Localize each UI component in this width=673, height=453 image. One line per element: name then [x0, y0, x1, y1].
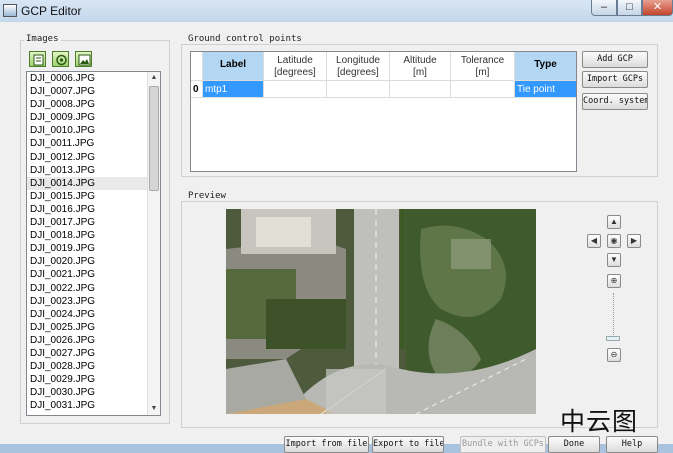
image-list-item[interactable]: DJI_0029.JPG [27, 373, 160, 386]
image-list-item[interactable]: DJI_0026.JPG [27, 334, 160, 347]
watermark-text: 中云图 [560, 407, 639, 436]
image-list-item[interactable]: DJI_0015.JPG [27, 190, 160, 203]
pan-down-button[interactable]: ▼ [607, 253, 621, 267]
image-list-item[interactable]: DJI_0011.JPG [27, 137, 160, 150]
image-list-item[interactable]: DJI_0025.JPG [27, 321, 160, 334]
bundle-with-gcps-button[interactable]: Bundle with GCPs [460, 436, 546, 453]
image-list-item[interactable]: DJI_0008.JPG [27, 98, 160, 111]
image-view-button[interactable] [75, 51, 92, 67]
scrollbar-thumb[interactable] [149, 86, 159, 191]
pan-up-button[interactable]: ▲ [607, 215, 621, 229]
image-list-item[interactable]: DJI_0007.JPG [27, 85, 160, 98]
images-label: Images [24, 34, 61, 44]
arrow-down-icon: ▼ [610, 255, 618, 264]
col-header-type[interactable]: Type [515, 52, 576, 81]
center-view-button[interactable]: ◉ [607, 234, 621, 248]
cell-type[interactable]: Tie point [515, 81, 576, 98]
center-dot-icon: ◉ [610, 236, 618, 245]
add-gcp-button[interactable]: Add GCP [582, 51, 648, 68]
cell-latitude[interactable] [264, 81, 327, 98]
image-list[interactable]: DJI_0006.JPG DJI_0007.JPG DJI_0008.JPG DJI_… [26, 71, 161, 416]
import-from-file-button[interactable]: Import from file [284, 436, 369, 453]
image-list-item[interactable]: DJI_0023.JPG [27, 295, 160, 308]
image-list-item[interactable]: DJI_0012.JPG [27, 151, 160, 164]
scroll-up-arrow[interactable]: ▲ [148, 72, 160, 84]
image-list-item[interactable]: DJI_0013.JPG [27, 164, 160, 177]
col-header-longitude[interactable]: Longitude [degrees] [327, 52, 390, 81]
image-list-item[interactable]: DJI_0009.JPG [27, 111, 160, 124]
maximize-button[interactable]: □ [617, 0, 642, 16]
gcp-editor-window: GCP Editor – □ ✕ Images DJI_0006.JPG DJI_… [0, 0, 673, 453]
col-header-label[interactable]: Label [203, 52, 264, 81]
col-header-tolerance[interactable]: Tolerance [m] [451, 52, 515, 81]
minimize-button[interactable]: – [591, 0, 617, 16]
image-view-icon [78, 54, 91, 66]
pan-left-button[interactable]: ◀ [587, 234, 601, 248]
gcp-label: Ground control points [186, 34, 304, 44]
cell-longitude[interactable] [327, 81, 390, 98]
cell-tolerance[interactable] [451, 81, 515, 98]
image-list-item[interactable]: DJI_0006.JPG [27, 72, 160, 85]
scroll-down-arrow[interactable]: ▼ [148, 403, 160, 415]
cell-altitude[interactable] [390, 81, 451, 98]
zoom-out-button[interactable]: ⊖ [607, 348, 621, 362]
import-gcps-button[interactable]: Import GCPs [582, 71, 648, 88]
image-list-item[interactable]: DJI_0031.JPG [27, 399, 160, 412]
zoom-out-icon: ⊖ [610, 350, 618, 359]
arrow-left-icon: ◀ [590, 236, 598, 245]
zoom-slider-thumb[interactable] [606, 336, 620, 341]
image-list-item[interactable]: DJI_0024.JPG [27, 308, 160, 321]
zoom-slider-track[interactable] [613, 293, 614, 335]
image-list-item[interactable]: DJI_0021.JPG [27, 268, 160, 281]
cell-label[interactable]: mtp1 [203, 81, 264, 98]
image-list-scrollbar[interactable]: ▲ ▼ [147, 72, 160, 415]
app-icon [3, 4, 17, 17]
add-image-button[interactable] [29, 51, 46, 67]
arrow-right-icon: ▶ [630, 236, 638, 245]
image-list-item[interactable]: DJI_0028.JPG [27, 360, 160, 373]
help-button[interactable]: Help [606, 436, 658, 453]
arrow-up-icon: ▲ [610, 217, 618, 226]
zoom-in-icon: ⊕ [610, 276, 618, 285]
title-bar[interactable]: GCP Editor – □ ✕ [0, 0, 673, 22]
gps-icon [56, 54, 67, 66]
gcp-table[interactable]: Label Latitude [degrees] Longitude [degr… [190, 51, 577, 172]
image-list-item[interactable]: DJI_0030.JPG [27, 386, 160, 399]
image-list-item[interactable]: DJI_0010.JPG [27, 124, 160, 137]
row-index[interactable]: 0 [191, 81, 203, 98]
image-list-item[interactable]: DJI_0016.JPG [27, 203, 160, 216]
image-list-item[interactable]: DJI_0022.JPG [27, 282, 160, 295]
image-list-item[interactable]: DJI_0027.JPG [27, 347, 160, 360]
add-image-icon [33, 54, 44, 66]
image-list-item[interactable]: DJI_0018.JPG [27, 229, 160, 242]
col-header-altitude[interactable]: Altitude [m] [390, 52, 451, 81]
export-to-file-button[interactable]: Export to file [372, 436, 444, 453]
image-list-item[interactable]: DJI_0019.JPG [27, 242, 160, 255]
gps-button[interactable] [52, 51, 69, 67]
done-button[interactable]: Done [548, 436, 600, 453]
coord-system-button[interactable]: Coord. system [582, 93, 648, 110]
image-list-item[interactable]: DJI_0017.JPG [27, 216, 160, 229]
row-header-corner [191, 52, 203, 81]
close-button[interactable]: ✕ [642, 0, 673, 16]
image-list-item[interactable]: DJI_0014.JPG [27, 176, 160, 190]
preview-label: Preview [186, 191, 228, 201]
col-header-latitude[interactable]: Latitude [degrees] [264, 52, 327, 81]
zoom-in-button[interactable]: ⊕ [607, 274, 621, 288]
window-title: GCP Editor [21, 4, 82, 18]
image-list-item[interactable]: DJI_0020.JPG [27, 255, 160, 268]
pan-right-button[interactable]: ▶ [627, 234, 641, 248]
image-list-items: DJI_0006.JPG DJI_0007.JPG DJI_0008.JPG DJI_… [27, 72, 160, 412]
preview-image[interactable] [226, 209, 536, 414]
